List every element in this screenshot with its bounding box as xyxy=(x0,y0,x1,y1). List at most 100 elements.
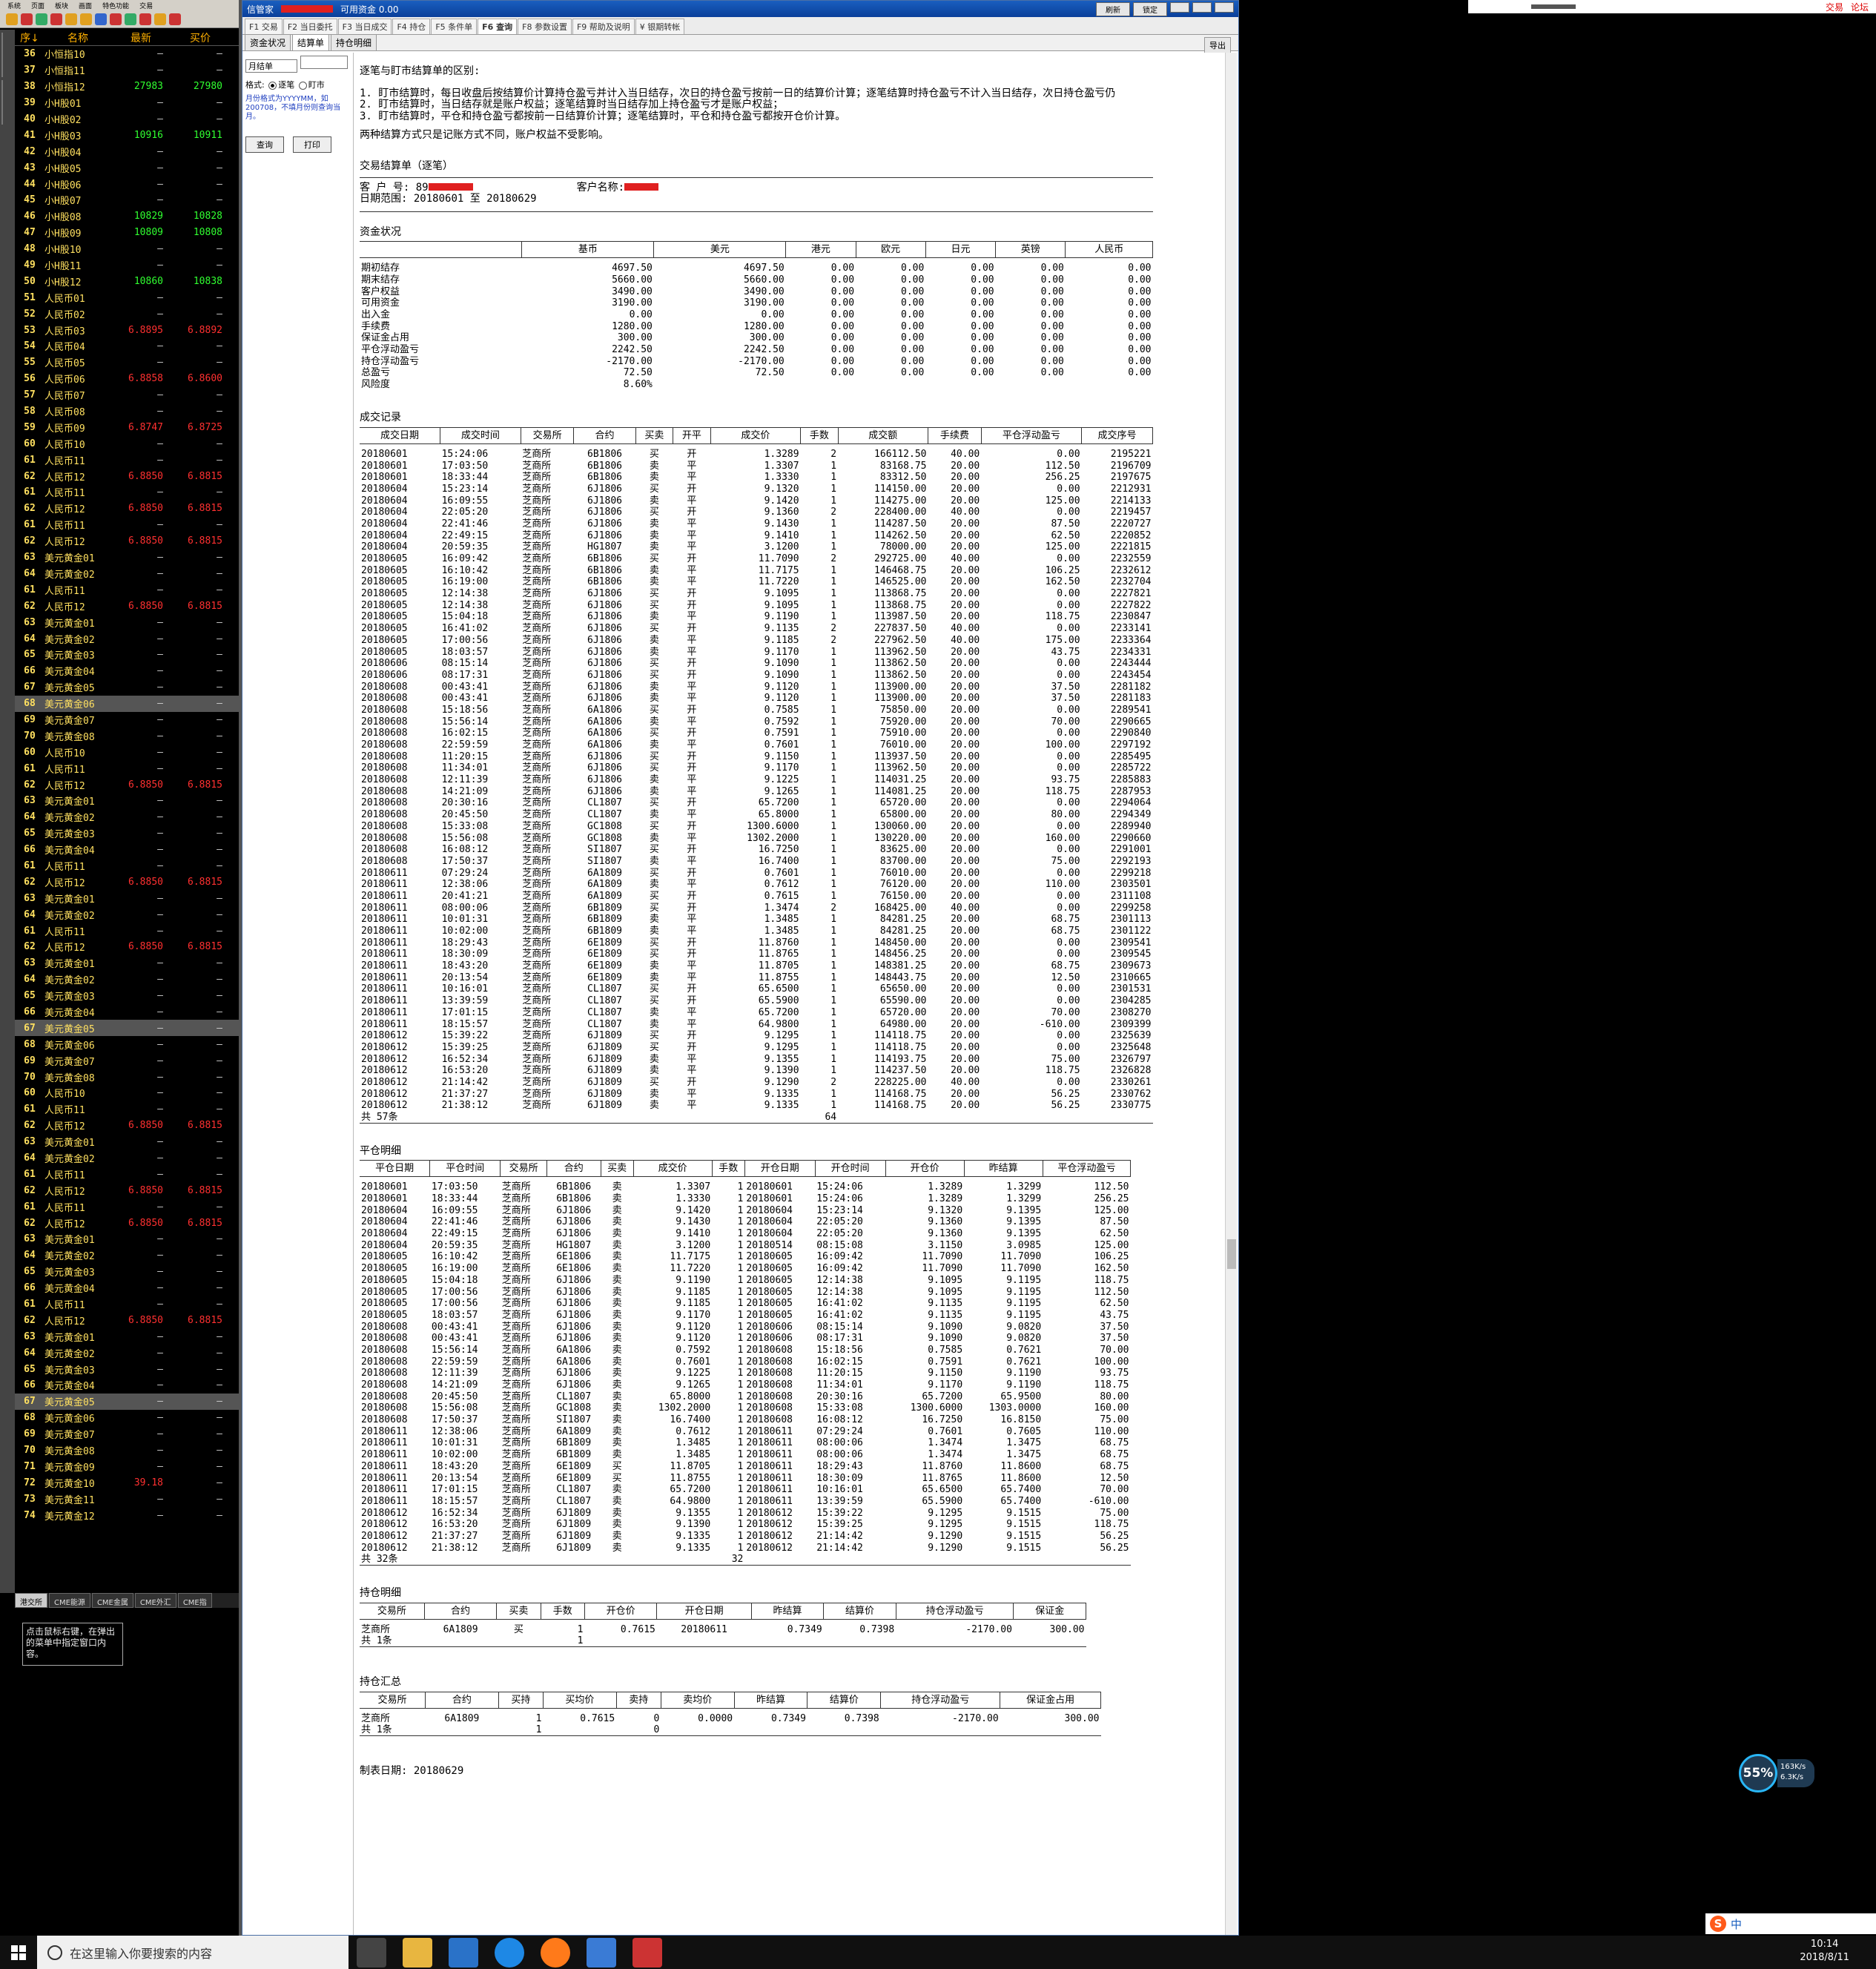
quote-row[interactable]: 50 小H股12 10860 10838 xyxy=(15,273,239,289)
app-icon[interactable] xyxy=(587,1937,616,1968)
toolbar-icon[interactable] xyxy=(21,13,33,25)
quote-row[interactable]: 66 美元黄金04— — xyxy=(15,1004,239,1020)
function-tab[interactable]: F1 交易 xyxy=(245,19,283,34)
quote-row[interactable]: 44 小H股06— — xyxy=(15,176,239,192)
quote-row[interactable]: 62 人民币12 6.8850 6.8815 xyxy=(15,1118,239,1134)
toolbar-icon[interactable] xyxy=(139,13,151,25)
ime-toolbar[interactable]: S 中 xyxy=(1705,1913,1876,1934)
toolbar-icon[interactable] xyxy=(65,13,77,25)
quote-row[interactable]: 66 美元黄金04— — xyxy=(15,842,239,858)
quote-row[interactable]: 64 美元黄金02— — xyxy=(15,630,239,647)
quote-row[interactable]: 65 美元黄金03— — xyxy=(15,988,239,1004)
quote-row[interactable]: 64 美元黄金02— — xyxy=(15,566,239,582)
quote-row[interactable]: 72 美元黄金10 39.18— xyxy=(15,1474,239,1491)
quote-row[interactable]: 66 美元黄金04— — xyxy=(15,1280,239,1296)
quote-row[interactable]: 61 人民币11— — xyxy=(15,923,239,939)
function-tab[interactable]: F4 持仓 xyxy=(392,19,431,34)
quote-row[interactable]: 38 小恒指12 27983 27980 xyxy=(15,79,239,95)
quote-row[interactable]: 62 人民币12 6.8850 6.8815 xyxy=(15,533,239,550)
radio-mark-to-market[interactable] xyxy=(298,81,307,90)
market-tab[interactable]: CME能源 xyxy=(49,1593,90,1608)
quote-row[interactable]: 61 人民币11— — xyxy=(15,1101,239,1118)
quote-row[interactable]: 62 人民币12 6.8850 6.8815 xyxy=(15,874,239,890)
quote-row[interactable]: 40 小H股02— — xyxy=(15,111,239,128)
quote-row[interactable]: 61 人民币11— — xyxy=(15,484,239,501)
forum-link[interactable]: 论坛 xyxy=(1851,1,1869,13)
quote-row[interactable]: 56 人民币06 6.8858 6.8600 xyxy=(15,371,239,387)
quote-row[interactable]: 64 美元黄金02— — xyxy=(15,1247,239,1264)
firefox-icon[interactable] xyxy=(541,1937,570,1968)
quote-row[interactable]: 69 美元黄金07— — xyxy=(15,1052,239,1069)
tab-statement[interactable]: 结算单 xyxy=(292,34,330,50)
sogou-icon[interactable]: S xyxy=(1710,1916,1726,1932)
quote-row[interactable]: 74 美元黄金12— — xyxy=(15,1507,239,1523)
quote-row[interactable]: 61 人民币11— — xyxy=(15,452,239,468)
app-icon[interactable] xyxy=(633,1937,662,1968)
quote-row[interactable]: 62 人民币12 6.8850 6.8815 xyxy=(15,1312,239,1328)
export-button[interactable]: 导出 xyxy=(1204,37,1231,53)
function-tab[interactable]: F3 当日成交 xyxy=(337,19,392,34)
quote-row[interactable]: 47 小H股09 10809 10808 xyxy=(15,225,239,241)
quote-row[interactable]: 46 小H股08 10829 10828 xyxy=(15,208,239,225)
tab-positions[interactable]: 持仓明细 xyxy=(331,34,377,50)
quote-row[interactable]: 68 美元黄金06— — xyxy=(15,1036,239,1052)
quote-row[interactable]: 54 人民币04— — xyxy=(15,338,239,354)
market-tab[interactable]: CME外汇 xyxy=(134,1593,176,1608)
quote-row[interactable]: 73 美元黄金11— — xyxy=(15,1491,239,1507)
menu-item[interactable]: 交易 xyxy=(139,1,153,10)
quote-row[interactable]: 60 人民币10— — xyxy=(15,744,239,760)
query-button[interactable]: 查询 xyxy=(245,136,284,153)
quote-row[interactable]: 64 美元黄金02— — xyxy=(15,809,239,825)
quote-row[interactable]: 59 人民币09 6.8747 6.8725 xyxy=(15,419,239,435)
quote-row[interactable]: 69 美元黄金07— — xyxy=(15,712,239,728)
toolbar-icon[interactable] xyxy=(6,13,18,25)
function-tab[interactable]: F5 条件单 xyxy=(431,19,478,34)
quote-row[interactable]: 53 人民币03 6.8895 6.8892 xyxy=(15,322,239,338)
restore-icon[interactable] xyxy=(1192,1,1212,13)
quote-row[interactable]: 63 美元黄金01— — xyxy=(15,793,239,809)
quote-row[interactable]: 63 美元黄金01— — xyxy=(15,1231,239,1247)
toolbar-icon[interactable] xyxy=(125,13,136,25)
quote-row[interactable]: 62 人民币12 6.8850 6.8815 xyxy=(15,776,239,793)
quote-row[interactable]: 62 人民币12 6.8850 6.8815 xyxy=(15,1182,239,1198)
function-tab[interactable]: ¥ 银期转帐 xyxy=(635,19,685,34)
quote-row[interactable]: 39 小H股01— — xyxy=(15,95,239,111)
quote-row[interactable]: 66 美元黄金04— — xyxy=(15,1377,239,1394)
taskbar-search[interactable]: 在这里输入你要搜索的内容 xyxy=(37,1936,349,1969)
quote-row[interactable]: 61 人民币11— — xyxy=(15,760,239,776)
quote-row[interactable]: 64 美元黄金02— — xyxy=(15,906,239,923)
menu-item[interactable]: 页面 xyxy=(31,1,44,10)
quote-row[interactable]: 65 美元黄金03— — xyxy=(15,825,239,842)
quote-row[interactable]: 63 美元黄金01— — xyxy=(15,890,239,906)
quote-row[interactable]: 61 人民币11— — xyxy=(15,517,239,533)
quote-row[interactable]: 51 人民币01— — xyxy=(15,289,239,306)
market-tab[interactable]: CME金属 xyxy=(91,1593,133,1608)
quote-row[interactable]: 43 小H股05— — xyxy=(15,159,239,176)
toolbar-icon[interactable] xyxy=(36,13,47,25)
quote-row[interactable]: 65 美元黄金03— — xyxy=(15,647,239,663)
refresh-button[interactable]: 刷新 xyxy=(1096,1,1130,16)
quote-row[interactable]: 62 人民币12 6.8850 6.8815 xyxy=(15,598,239,614)
quote-row[interactable]: 52 人民币02— — xyxy=(15,306,239,322)
quote-row[interactable]: 36 小恒指10— — xyxy=(15,46,239,62)
column-header[interactable]: 序↓ xyxy=(15,30,44,45)
quote-row[interactable]: 63 美元黄金01— — xyxy=(15,1328,239,1345)
file-explorer-icon[interactable] xyxy=(403,1937,432,1968)
minimize-icon[interactable] xyxy=(1170,1,1189,13)
quote-row[interactable]: 67 美元黄金05— — xyxy=(15,1393,239,1410)
column-header[interactable]: 名称 xyxy=(44,30,111,45)
browser-icon[interactable] xyxy=(495,1937,524,1968)
period-select[interactable]: 月结单 xyxy=(245,59,297,73)
market-tab[interactable]: CME指 xyxy=(177,1593,212,1608)
toolbar-icon[interactable] xyxy=(80,13,92,25)
quote-row[interactable]: 62 人民币12 6.8850 6.8815 xyxy=(15,501,239,517)
function-tab[interactable]: F8 参数设置 xyxy=(518,19,572,34)
month-input[interactable] xyxy=(300,56,348,69)
quote-row[interactable]: 63 美元黄金01— — xyxy=(15,955,239,972)
quote-row[interactable]: 70 美元黄金08— — xyxy=(15,1442,239,1459)
clock[interactable]: 10:14 2018/8/11 xyxy=(1800,1938,1849,1965)
quote-row[interactable]: 60 人民币10— — xyxy=(15,1085,239,1101)
quote-row[interactable]: 63 美元黄金01— — xyxy=(15,550,239,566)
print-button[interactable]: 打印 xyxy=(293,136,331,153)
quote-row[interactable]: 68 美元黄金06— — xyxy=(15,695,239,712)
